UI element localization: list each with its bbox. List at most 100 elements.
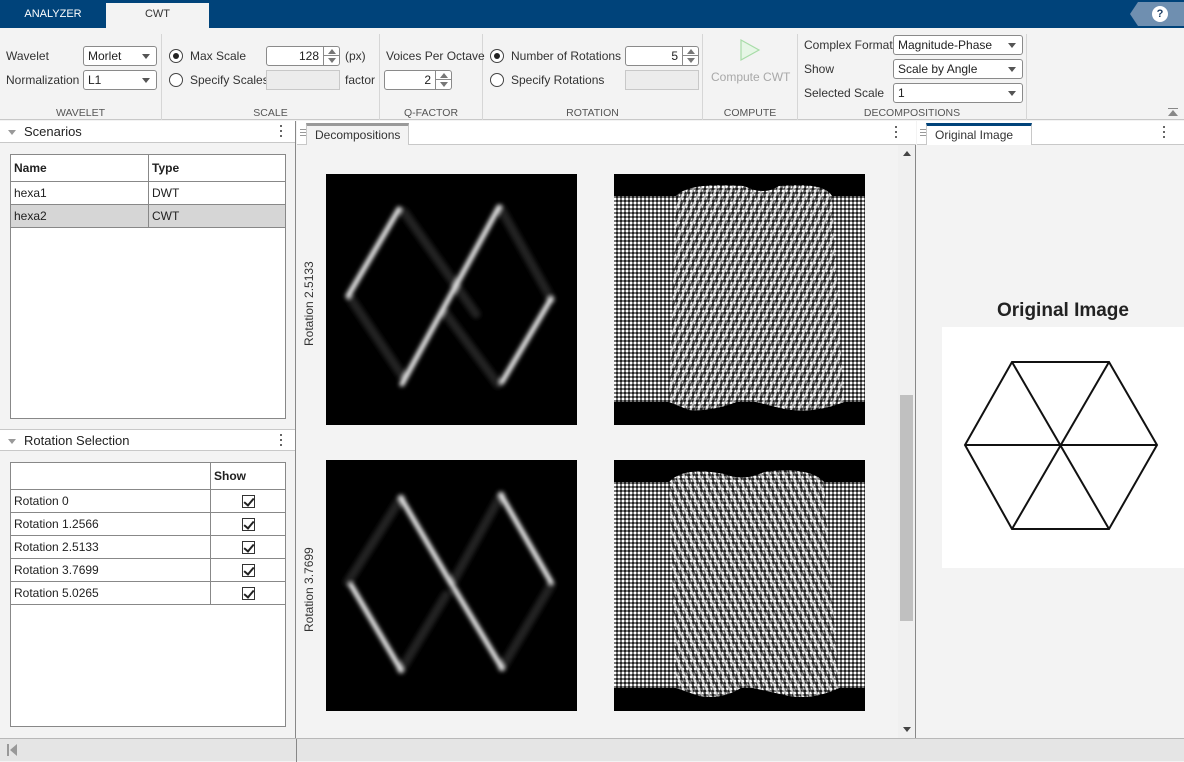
original-image-tabbar: Original Image [917,121,1184,145]
max-scale-stepper[interactable]: 128 [266,46,340,66]
original-image-title: Original Image [997,300,1129,321]
max-scale-radio[interactable] [169,49,183,63]
wavelet-value: Morlet [88,49,122,63]
hexagon-image [963,361,1159,530]
show-checkbox[interactable] [241,518,255,532]
column-header-show[interactable]: Show [210,462,286,490]
table-row[interactable]: Rotation 5.0265 [10,581,286,605]
compute-section: Compute CWT COMPUTE [703,34,798,120]
selected-scale-dropdown[interactable]: 1 [893,83,1023,103]
caret-down-icon [440,82,448,87]
magnitude-image-rotation-2[interactable] [326,460,577,711]
rotation-selection-title: Rotation Selection [24,433,130,448]
specify-rotations-radio[interactable] [490,73,504,87]
more-options-icon[interactable] [1163,126,1166,140]
number-of-rotations-label: Number of Rotations [511,49,622,63]
caret-up-icon [328,49,336,54]
show-value: Scale by Angle [898,62,978,76]
normalization-dropdown[interactable]: L1 [83,70,157,90]
show-checkbox[interactable] [241,564,255,578]
decompositions-tabbar: Decompositions [297,121,916,145]
specify-scales-radio[interactable] [169,73,183,87]
scenario-type[interactable]: DWT [148,181,286,205]
selected-scale-label: Selected Scale [804,86,885,100]
table-row[interactable]: Rotation 0 [10,489,286,513]
help-icon: ? [1152,6,1168,22]
phase-image-rotation-2[interactable] [614,460,865,711]
more-options-icon[interactable] [280,125,283,139]
phase-plot [614,185,865,411]
magnitude-image-rotation-1[interactable] [326,174,577,425]
rotation-selection-header[interactable]: Rotation Selection [0,429,295,451]
original-image [942,327,1184,568]
wavelet-section-title: WAVELET [55,107,105,119]
compute-section-title: COMPUTE [723,107,777,119]
show-checkbox[interactable] [241,541,255,555]
table-row[interactable]: Rotation 3.7699 [10,558,286,582]
factor-label: factor [345,73,376,87]
number-of-rotations-stepper[interactable]: 5 [625,46,699,66]
rotation-label: Rotation 1.2566 [10,512,211,536]
voices-per-octave-stepper[interactable]: 2 [384,70,452,90]
more-options-icon[interactable] [895,126,898,140]
app-tabbar: ANALYZER CWT ? [0,0,1184,28]
stepper-buttons[interactable] [682,47,698,65]
help-button[interactable]: ? [1130,2,1184,26]
row-label-rotation-2: Rotation 3.7699 [302,547,316,632]
wavelet-dropdown[interactable]: Morlet [83,46,157,66]
table-row[interactable]: Rotation 2.5133 [10,535,286,559]
scenarios-title: Scenarios [24,124,82,139]
show-checkbox[interactable] [241,495,255,509]
rotation-selection-table: Show Rotation 0 Rotation 1.2566 Rotation… [10,462,286,605]
tab-analyzer[interactable]: ANALYZER [0,0,106,28]
scroll-up-icon[interactable] [903,151,911,156]
scale-section: Max Scale 128 (px) Specify Scales factor… [162,34,380,120]
chevron-down-icon [142,78,150,83]
scale-section-title: SCALE [253,107,288,119]
normalization-label: Normalization [6,73,80,87]
column-header-type[interactable]: Type [148,154,286,182]
specify-rotations-input[interactable] [625,70,699,90]
complex-format-dropdown[interactable]: Magnitude-Phase [893,35,1023,55]
table-row-selected[interactable]: hexa2 CWT [10,204,286,228]
scenario-name[interactable]: hexa2 [10,204,149,228]
show-dropdown[interactable]: Scale by Angle [893,59,1023,79]
tab-decompositions[interactable]: Decompositions [306,123,410,145]
table-header-row: Name Type [10,154,286,182]
show-checkbox[interactable] [241,587,255,601]
compute-cwt-button[interactable]: Compute CWT [703,34,798,94]
scroll-down-icon[interactable] [903,727,911,732]
column-header-name[interactable]: Name [10,154,149,182]
collapse-toolstrip-icon[interactable] [1168,108,1178,116]
voices-per-octave-label: Voices Per Octave [386,49,485,63]
show-label: Show [804,62,835,76]
scenario-name[interactable]: hexa1 [10,181,149,205]
voices-value: 2 [424,73,431,87]
scenarios-header[interactable]: Scenarios [0,121,295,143]
stepper-buttons[interactable] [323,47,339,65]
table-row[interactable]: Rotation 1.2566 [10,512,286,536]
specify-scales-input[interactable] [266,70,340,90]
tab-cwt[interactable]: CWT [106,3,209,28]
decompositions-panel: Decompositions Rotation 2.5133 Rotation … [297,121,916,738]
table-row[interactable]: hexa1 DWT [10,181,286,205]
scenarios-table: Name Type hexa1 DWT hexa2 CWT [10,154,286,228]
row-label-rotation-1: Rotation 2.5133 [302,261,316,346]
number-of-rotations-radio[interactable] [490,49,504,63]
play-icon [740,38,761,62]
scenario-type[interactable]: CWT [148,204,286,228]
more-options-icon[interactable] [280,434,283,448]
collapse-left-icon[interactable] [7,744,17,756]
vertical-scrollbar[interactable] [898,145,915,738]
scrollbar-thumb[interactable] [900,395,913,621]
collapse-triangle-icon[interactable] [8,130,16,135]
stepper-buttons[interactable] [435,71,451,89]
phase-image-rotation-1[interactable] [614,174,865,425]
complex-format-label: Complex Format [804,38,893,52]
rotation-table-box: Show Rotation 0 Rotation 1.2566 Rotation… [10,462,286,727]
collapse-triangle-icon[interactable] [8,439,16,444]
phase-plot [614,470,865,697]
status-bar [0,738,1184,762]
left-panel: Scenarios Name Type hexa1 DWT hexa2 CWT … [0,121,296,738]
tab-original-image[interactable]: Original Image [926,123,1032,145]
